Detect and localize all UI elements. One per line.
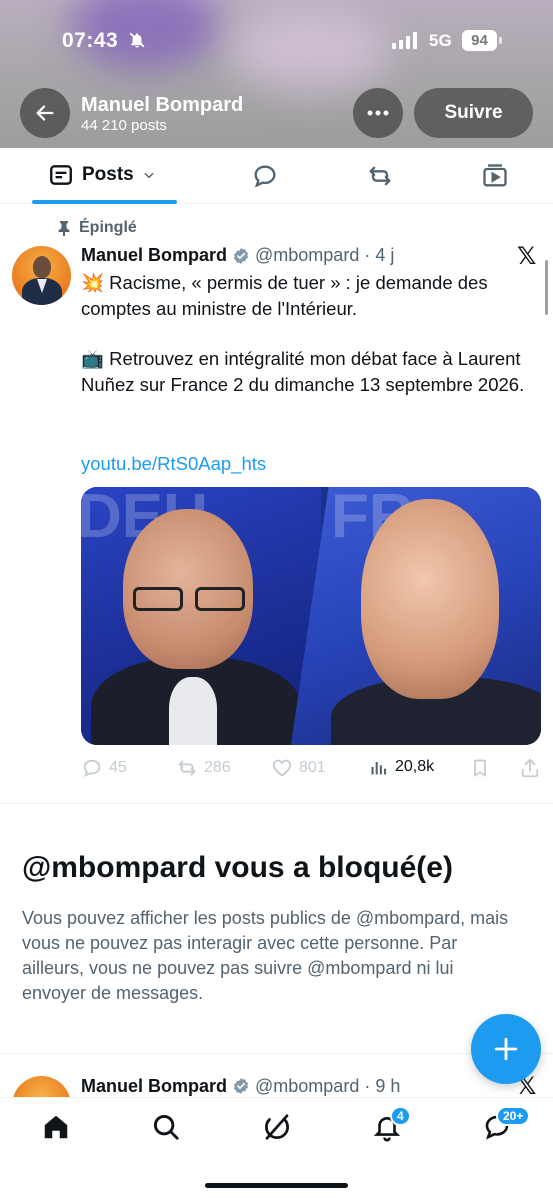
network-type: 5G: [429, 31, 452, 50]
share-icon[interactable]: [519, 757, 541, 779]
scrollbar[interactable]: [545, 260, 548, 315]
post-media-image[interactable]: DEU FR: [81, 487, 541, 745]
post-text-paragraph-2: 📺 Retrouvez en intégralité mon débat fac…: [81, 348, 525, 395]
post-link[interactable]: youtu.be/RtS0Aap_hts: [81, 453, 266, 475]
repost-count: 286: [204, 759, 231, 776]
header-profile-name: Manuel Bompard: [81, 94, 244, 116]
pinned-label: Épinglé: [79, 219, 137, 236]
tab-posts[interactable]: Posts: [48, 162, 156, 188]
post-time: · 4 j: [364, 245, 395, 265]
battery-tip: [499, 37, 502, 44]
chevron-down-icon: [144, 172, 154, 179]
pin-icon: [58, 221, 70, 236]
like-count: 801: [299, 759, 326, 776]
plus-icon: [494, 1037, 518, 1061]
document-icon: [50, 165, 72, 185]
home-icon[interactable]: [41, 1112, 71, 1142]
avatar-head: [33, 256, 51, 278]
search-icon[interactable]: [151, 1112, 181, 1142]
repost-icon: [178, 760, 196, 776]
header-post-count: 44 210 posts: [81, 117, 167, 134]
arrow-left-icon: [36, 105, 54, 121]
views-count: 20,8k: [395, 758, 435, 775]
heart-icon: [272, 759, 292, 777]
media-person1-glasses-right: [195, 587, 245, 611]
media-person2-face: [361, 499, 499, 699]
bell-off-icon: [129, 32, 145, 48]
divider: [0, 803, 553, 804]
media-left-panel: DEU: [81, 487, 321, 745]
notifications-badge: 4: [390, 1106, 411, 1126]
avatar[interactable]: [12, 246, 71, 305]
post-text: 💥 Racisme, « permis de tuer » : je deman…: [81, 270, 541, 397]
follow-button[interactable]: Suivre: [414, 88, 533, 138]
media-person1-glasses-left: [133, 587, 183, 611]
status-time: 07:43: [62, 29, 119, 52]
x-logo-icon: 𝕏: [517, 242, 537, 270]
tab-posts-label: Posts: [82, 164, 134, 185]
reply-action[interactable]: 45: [81, 757, 127, 779]
repost-icon[interactable]: [366, 162, 394, 190]
profile-tabs: Posts: [0, 148, 553, 204]
back-button[interactable]: [20, 88, 70, 138]
divider-2: [0, 1053, 553, 1054]
pinned-indicator: Épinglé: [57, 219, 137, 237]
grok-icon[interactable]: [262, 1112, 292, 1142]
more-options-button[interactable]: [353, 88, 403, 138]
profile-header: 07:43 5G 94 Manuel Bompard 44 210 posts …: [0, 0, 553, 148]
next-author-handle[interactable]: @mbompard: [255, 1076, 359, 1097]
next-author-name[interactable]: Manuel Bompard: [81, 1076, 227, 1097]
media-right-panel: FR: [291, 487, 541, 745]
post-text-paragraph-1: 💥 Racisme, « permis de tuer » : je deman…: [81, 272, 488, 319]
next-post-time: · 9 h: [364, 1075, 401, 1096]
battery-icon: 94: [462, 30, 497, 51]
messages-badge: 20+: [496, 1106, 531, 1126]
header-banner-blur-2: [230, 10, 390, 90]
active-tab-indicator: [32, 200, 177, 204]
reply-count: 45: [109, 759, 127, 776]
analytics-icon: [371, 762, 387, 775]
media-person1-shirt: [169, 677, 217, 745]
compose-post-button[interactable]: [471, 1014, 541, 1084]
verified-badge-icon: [233, 1078, 249, 1094]
post-author-line: Manuel Bompard @mbompard · 4 j: [81, 245, 394, 266]
blocked-description: Vous pouvez afficher les posts publics d…: [22, 908, 509, 1003]
next-post-author-line: Manuel Bompard @mbompard · 9 h: [81, 1075, 400, 1097]
repost-action[interactable]: 286: [176, 757, 231, 779]
like-action[interactable]: 801: [271, 757, 326, 779]
post-action-bar: 45 286 801 20,8k: [81, 757, 541, 781]
author-handle[interactable]: @mbompard: [255, 245, 359, 266]
verified-badge-icon: [233, 247, 249, 264]
media-icon[interactable]: [481, 162, 509, 190]
avatar-next-post[interactable]: [12, 1076, 71, 1098]
blocked-title: @mbompard vous a bloqué(e): [22, 851, 453, 884]
home-indicator: [205, 1183, 348, 1188]
author-name[interactable]: Manuel Bompard: [81, 245, 227, 266]
more-horizontal-icon: [367, 110, 389, 116]
views-action[interactable]: 20,8k: [369, 757, 434, 777]
signal-icon: [392, 32, 417, 49]
bookmark-icon[interactable]: [470, 757, 490, 779]
reply-bubble-icon[interactable]: [251, 162, 279, 190]
reply-icon: [83, 759, 101, 778]
